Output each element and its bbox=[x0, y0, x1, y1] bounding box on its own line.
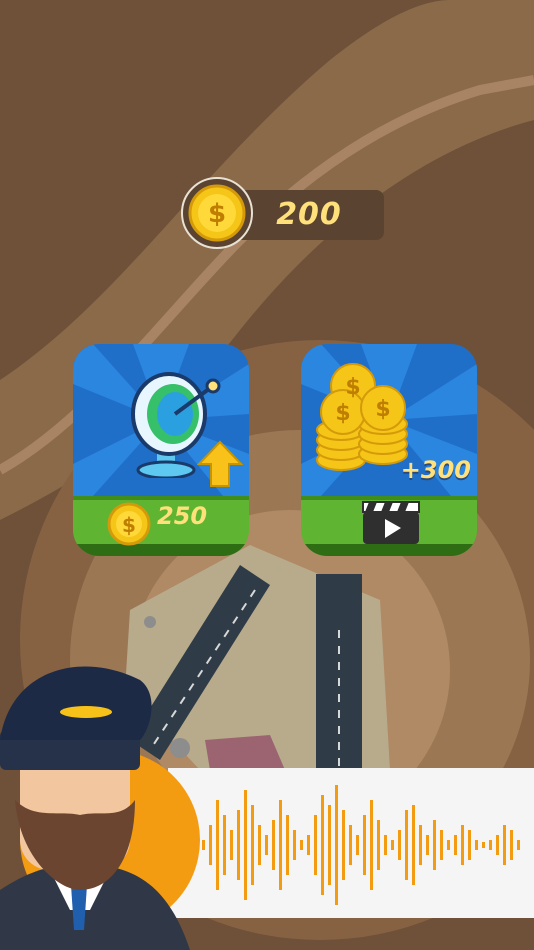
waveform-bar bbox=[307, 835, 310, 855]
card-footer-shadow bbox=[73, 544, 249, 556]
waveform-bar bbox=[230, 830, 233, 860]
waveform-bar bbox=[342, 810, 345, 880]
waveform-bar bbox=[237, 810, 240, 880]
waveform-bar bbox=[447, 840, 450, 850]
waveform-bar bbox=[293, 830, 296, 860]
svg-text:$: $ bbox=[335, 401, 350, 426]
waveform-bar bbox=[279, 800, 282, 890]
waveform-bar bbox=[370, 800, 373, 890]
waveform-bar bbox=[356, 835, 359, 855]
svg-text:$: $ bbox=[208, 199, 226, 229]
waveform-bar bbox=[363, 815, 366, 875]
waveform-bar bbox=[328, 805, 331, 885]
coin-icon: $ bbox=[107, 502, 151, 546]
waveform-bar bbox=[377, 820, 380, 870]
waveform-bar bbox=[510, 830, 513, 860]
waveform-bar bbox=[482, 842, 485, 848]
coin-counter: 200 $ bbox=[180, 176, 386, 250]
waveform-bar bbox=[489, 840, 492, 850]
video-play-icon bbox=[362, 501, 420, 544]
waveform-bar bbox=[419, 825, 422, 865]
video-reward-card[interactable]: $ $ $ +300 bbox=[301, 344, 477, 556]
waveform-bar bbox=[412, 805, 415, 885]
waveform-bar bbox=[384, 835, 387, 855]
reward-amount: +300 bbox=[400, 456, 471, 484]
waveform-bar bbox=[223, 815, 226, 875]
waveform-bar bbox=[314, 815, 317, 875]
waveform-bar bbox=[503, 825, 506, 865]
up-arrow-icon bbox=[197, 440, 243, 487]
waveform-bar bbox=[300, 840, 303, 850]
waveform-bar bbox=[517, 840, 520, 850]
waveform-bar bbox=[426, 835, 429, 855]
waveform-bar bbox=[391, 840, 394, 850]
waveform-bar bbox=[272, 820, 275, 870]
waveform-bar bbox=[251, 805, 254, 885]
waveform-bar bbox=[286, 815, 289, 875]
coin-icon: $ bbox=[181, 177, 253, 249]
waveform-bar bbox=[433, 820, 436, 870]
waveform-bar bbox=[468, 830, 471, 860]
waveform-bar bbox=[496, 835, 499, 855]
waveform-bar bbox=[244, 790, 247, 900]
upgrade-price: 250 bbox=[157, 502, 208, 530]
waveform-bar bbox=[216, 800, 219, 890]
svg-text:$: $ bbox=[375, 397, 390, 422]
waveform-bar bbox=[258, 825, 261, 865]
voice-waveform bbox=[168, 768, 534, 918]
svg-text:$: $ bbox=[345, 375, 360, 400]
waveform-bar bbox=[265, 835, 268, 855]
pilot-avatar bbox=[0, 666, 200, 950]
waveform-bar bbox=[349, 825, 352, 865]
waveform-bar bbox=[398, 830, 401, 860]
coin-amount: 200 bbox=[276, 197, 342, 232]
svg-text:$: $ bbox=[122, 513, 136, 537]
waveform-bar bbox=[321, 795, 324, 895]
waveform-bar bbox=[475, 840, 478, 850]
waveform-bar bbox=[405, 810, 408, 880]
waveform-bar bbox=[454, 835, 457, 855]
waveform-bar bbox=[461, 825, 464, 865]
waveform-bar bbox=[335, 785, 338, 905]
waveform-bar bbox=[202, 840, 205, 850]
upgrade-radar-card[interactable]: $ 250 bbox=[73, 344, 249, 556]
waveform-bar bbox=[209, 825, 212, 865]
coin-stack-icon: $$ $ bbox=[316, 363, 408, 471]
waveform-bar bbox=[440, 830, 443, 860]
